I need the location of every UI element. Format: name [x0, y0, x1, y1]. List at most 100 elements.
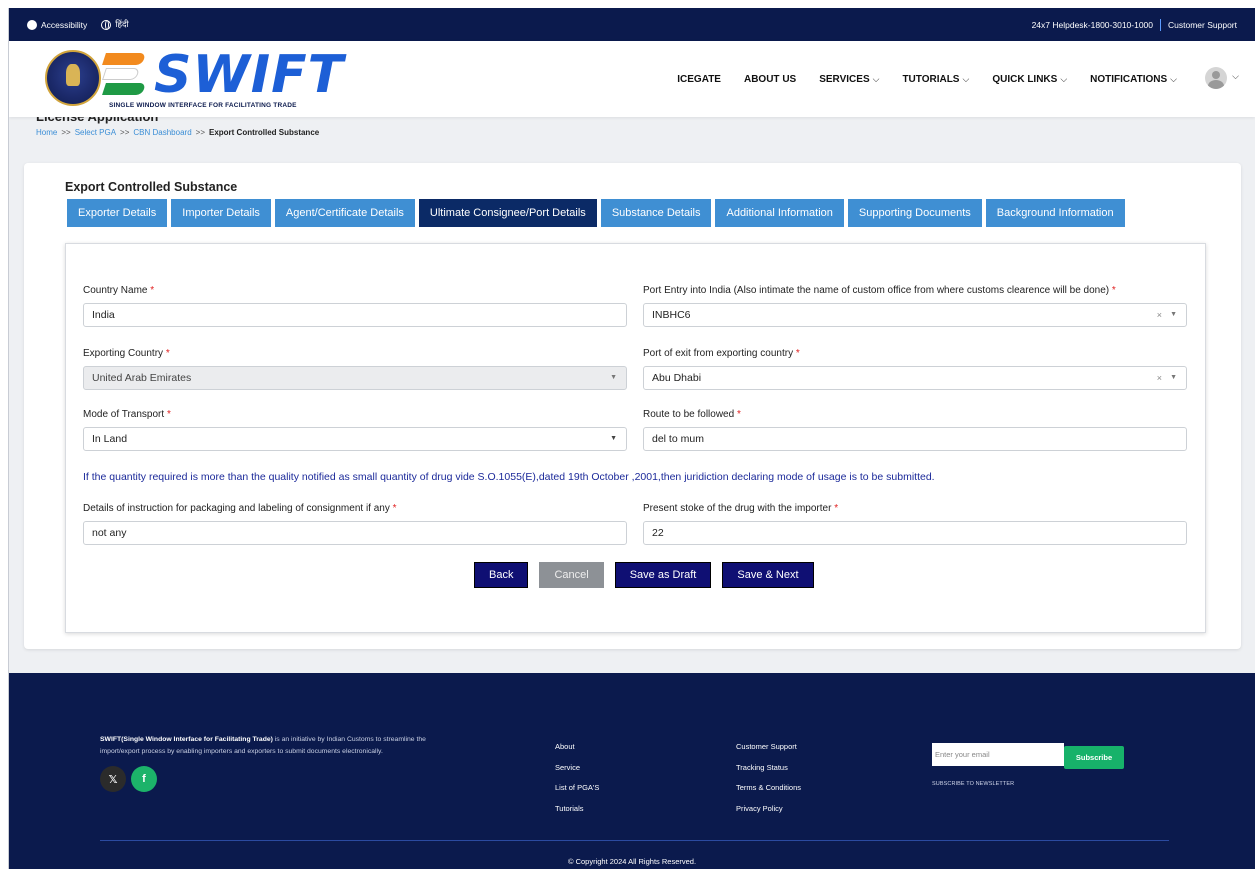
port-entry-value: INBHC6 — [652, 309, 691, 321]
chevron-down-icon: ⌵ — [1170, 73, 1177, 84]
facebook-icon[interactable]: f — [131, 766, 157, 792]
caret-down-icon: ▼ — [610, 374, 617, 381]
present-stoke-group: Present stoke of the drug with the impor… — [643, 503, 1187, 545]
caret-down-icon: ▼ — [1170, 374, 1177, 381]
tab-substance-details[interactable]: Substance Details — [600, 199, 712, 227]
accessibility-link[interactable]: Accessibility — [27, 19, 88, 30]
footer-about: SWIFT(Single Window Interface for Facili… — [100, 734, 460, 758]
route-group: Route to be followed * del to mum — [643, 409, 1187, 451]
tab-importer-details[interactable]: Importer Details — [171, 199, 271, 227]
packaging-input[interactable]: not any — [83, 521, 627, 545]
clear-icon[interactable]: × — [1157, 373, 1162, 383]
chevron-down-icon: ⌵ — [872, 73, 880, 84]
customer-support-link[interactable]: Customer Support — [1168, 20, 1237, 30]
chevron-down-icon: ⌵ — [962, 73, 970, 84]
route-label: Route to be followed * — [643, 409, 741, 420]
site-header: SWIFT SINGLE WINDOW INTERFACE FOR FACILI… — [9, 41, 1255, 117]
flag-logo-mark — [102, 53, 150, 99]
tab-agent-certificate-details[interactable]: Agent/Certificate Details — [274, 199, 415, 227]
back-button[interactable]: Back — [474, 562, 529, 588]
footer-link-list-of-pgas[interactable]: List of PGA'S — [555, 778, 599, 799]
packaging-label: Details of instruction for packaging and… — [83, 503, 397, 514]
footer-about-title: SWIFT(Single Window Interface for Facili… — [100, 736, 273, 743]
present-stoke-label: Present stoke of the drug with the impor… — [643, 503, 839, 514]
user-avatar[interactable] — [1205, 67, 1227, 89]
breadcrumb-home[interactable]: Home — [36, 128, 57, 137]
nav-label: ICEGATE — [677, 73, 721, 85]
language-link[interactable]: हिंदी — [101, 19, 129, 30]
swift-logo-text[interactable]: SWIFT — [154, 47, 344, 103]
mode-of-transport-group: Mode of Transport * In Land ▼ — [83, 409, 627, 451]
footer-link-tutorials[interactable]: Tutorials — [555, 799, 599, 820]
subscribe-button[interactable]: Subscribe — [1064, 746, 1124, 769]
breadcrumb: Home >> Select PGA >> CBN Dashboard >> E… — [36, 128, 319, 137]
form-actions: Back Cancel Save as Draft Save & Next — [474, 562, 814, 588]
swift-logo-subtitle: SINGLE WINDOW INTERFACE FOR FACILITATING… — [109, 102, 297, 109]
top-utility-bar: Accessibility हिंदी 24x7 Helpdesk-1800-3… — [9, 8, 1255, 41]
globe-icon — [101, 19, 112, 30]
breadcrumb-separator: >> — [195, 128, 205, 137]
nav-icegate[interactable]: ICEGATE — [677, 74, 721, 85]
footer-link-customer-support[interactable]: Customer Support — [736, 737, 801, 758]
nav-label: TUTORIALS — [902, 73, 960, 85]
form-panel: Country Name * India Port Entry into Ind… — [65, 243, 1206, 633]
helpdesk-text: 24x7 Helpdesk-1800-3010-1000 — [1031, 19, 1154, 30]
caret-down-icon: ▼ — [610, 435, 617, 442]
form-title: Export Controlled Substance — [65, 180, 238, 194]
footer-link-service[interactable]: Service — [555, 758, 599, 779]
accessibility-icon — [27, 19, 37, 30]
country-name-input[interactable]: India — [83, 303, 627, 327]
footer-link-tracking-status[interactable]: Tracking Status — [736, 758, 801, 779]
footer-link-about[interactable]: About — [555, 737, 599, 758]
route-input[interactable]: del to mum — [643, 427, 1187, 451]
clear-icon[interactable]: × — [1157, 310, 1162, 320]
chevron-down-icon: ⌵ — [1060, 73, 1068, 84]
copyright-text: © Copyright 2024 All Rights Reserved. — [567, 857, 697, 866]
save-next-button[interactable]: Save & Next — [722, 562, 814, 588]
site-footer: SWIFT(Single Window Interface for Facili… — [9, 673, 1255, 869]
chevron-down-icon[interactable]: ⌵ — [1232, 71, 1239, 82]
exporting-country-value: United Arab Emirates — [92, 372, 192, 384]
x-icon[interactable]: 𝕏 — [100, 766, 126, 792]
country-name-label: Country Name * — [83, 285, 155, 296]
footer-links-col-1: About Service List of PGA'S Tutorials — [555, 737, 599, 819]
port-entry-label: Port Entry into India (Also intimate the… — [643, 285, 1116, 296]
breadcrumb-separator: >> — [120, 128, 130, 137]
cancel-button[interactable]: Cancel — [539, 562, 604, 588]
newsletter-email-input[interactable]: Enter your email — [932, 743, 1064, 766]
nav-tutorials[interactable]: TUTORIALS ⌵ — [902, 74, 969, 85]
tab-exporter-details[interactable]: Exporter Details — [67, 199, 168, 227]
port-entry-select[interactable]: INBHC6 × ▼ — [643, 303, 1187, 327]
nav-quick-links[interactable]: QUICK LINKS ⌵ — [992, 74, 1067, 85]
present-stoke-input[interactable]: 22 — [643, 521, 1187, 545]
save-draft-button[interactable]: Save as Draft — [614, 562, 712, 588]
tab-additional-information[interactable]: Additional Information — [715, 199, 844, 227]
exporting-country-select[interactable]: United Arab Emirates ▼ — [83, 366, 627, 390]
port-exit-select[interactable]: Abu Dhabi × ▼ — [643, 366, 1187, 390]
quantity-note: If the quantity required is more than th… — [83, 471, 935, 483]
mode-of-transport-select[interactable]: In Land ▼ — [83, 427, 627, 451]
tab-background-information[interactable]: Background Information — [985, 199, 1125, 227]
nav-services[interactable]: SERVICES ⌵ — [819, 74, 879, 85]
accessibility-label: Accessibility — [41, 19, 88, 30]
breadcrumb-select-pga[interactable]: Select PGA — [75, 128, 116, 137]
breadcrumb-cbn-dashboard[interactable]: CBN Dashboard — [133, 128, 191, 137]
caret-down-icon: ▼ — [1170, 311, 1177, 318]
footer-link-privacy[interactable]: Privacy Policy — [736, 799, 801, 820]
tab-ultimate-consignee-port-details[interactable]: Ultimate Consignee/Port Details — [418, 199, 597, 227]
newsletter-label: SUBSCRIBE TO NEWSLETTER — [932, 781, 1015, 787]
form-card: Export Controlled Substance Exporter Det… — [24, 163, 1241, 649]
mode-of-transport-label: Mode of Transport * — [83, 409, 171, 420]
mode-of-transport-value: In Land — [92, 433, 128, 445]
footer-links-col-2: Customer Support Tracking Status Terms &… — [736, 737, 801, 819]
form-tabs: Exporter Details Importer Details Agent/… — [67, 199, 1125, 227]
port-entry-group: Port Entry into India (Also intimate the… — [643, 285, 1187, 327]
tab-supporting-documents[interactable]: Supporting Documents — [847, 199, 982, 227]
nav-notifications[interactable]: NOTIFICATIONS ⌵ — [1090, 74, 1177, 85]
port-exit-group: Port of exit from exporting country * Ab… — [643, 348, 1187, 390]
language-label: हिंदी — [115, 19, 129, 29]
breadcrumb-current: Export Controlled Substance — [208, 128, 320, 137]
emblem-logo — [45, 50, 101, 106]
nav-about-us[interactable]: ABOUT US — [744, 74, 796, 85]
footer-link-terms[interactable]: Terms & Conditions — [736, 778, 801, 799]
